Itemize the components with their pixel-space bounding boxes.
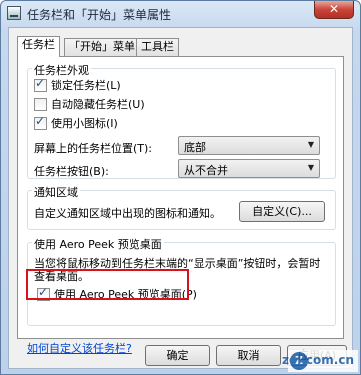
- taskbar-icon: [7, 6, 21, 20]
- checkbox-box[interactable]: ✓: [34, 114, 47, 130]
- tab-start-menu[interactable]: 「开始」菜单: [64, 38, 140, 56]
- notification-group-title: 通知区域: [32, 184, 80, 200]
- window-title: 任务栏和「开始」菜单属性: [27, 8, 172, 22]
- dialog-client: 任务栏 「开始」菜单 工具栏 任务栏外观 ✓ 锁定任务栏(L) 自动隐藏任务栏(…: [8, 27, 353, 369]
- notification-description: 自定义通知区域中出现的图标和通知。: [34, 207, 221, 220]
- checkbox-label: 自动隐藏任务栏(U): [51, 98, 145, 111]
- position-label: 屏幕上的任务栏位置(T):: [34, 142, 153, 155]
- checkbox-box[interactable]: ✓: [34, 76, 47, 92]
- chevron-down-icon: ▼: [307, 140, 314, 149]
- site-watermark: Z zol.com.cn: [282, 350, 358, 372]
- tab-taskbar[interactable]: 任务栏: [17, 36, 60, 57]
- aero-peek-group-title: 使用 Aero Peek 预览桌面: [32, 236, 164, 252]
- cancel-button[interactable]: 取消: [216, 345, 281, 366]
- checkbox-label: 锁定任务栏(L): [51, 79, 121, 92]
- customize-button[interactable]: 自定义(C)...: [239, 201, 325, 222]
- position-select-value: 底部: [184, 141, 206, 154]
- properties-window: 任务栏和「开始」菜单属性 ✕ 任务栏 「开始」菜单 工具栏 任务栏外观 ✓ 锁定…: [0, 0, 361, 375]
- buttons-select-value: 从不合并: [184, 164, 228, 177]
- close-button[interactable]: ✕: [314, 1, 354, 19]
- appearance-group: 任务栏外观 ✓ 锁定任务栏(L) 自动隐藏任务栏(U) ✓ 使用小图标(I) 屏…: [27, 62, 336, 179]
- notification-group: 通知区域 自定义通知区域中出现的图标和通知。 自定义(C)...: [27, 184, 336, 230]
- tab-toolbars[interactable]: 工具栏: [136, 38, 179, 56]
- buttons-label: 任务栏按钮(B):: [34, 165, 109, 178]
- help-link[interactable]: 如何自定义该任务栏?: [27, 340, 132, 356]
- title-bar[interactable]: 任务栏和「开始」菜单属性 ✕: [1, 1, 360, 25]
- ok-button[interactable]: 确定: [145, 345, 210, 366]
- watermark-text: zol.com.cn: [282, 353, 354, 367]
- checkbox-label: 使用小图标(I): [51, 117, 118, 130]
- checkbox-box[interactable]: [34, 98, 47, 111]
- position-select[interactable]: 底部 ▼: [178, 136, 320, 155]
- check-mark-icon: ✓: [35, 114, 46, 128]
- buttons-select[interactable]: 从不合并 ▼: [178, 159, 320, 178]
- chevron-down-icon: ▼: [307, 163, 314, 172]
- highlight-box: [26, 269, 189, 300]
- check-mark-icon: ✓: [35, 76, 46, 90]
